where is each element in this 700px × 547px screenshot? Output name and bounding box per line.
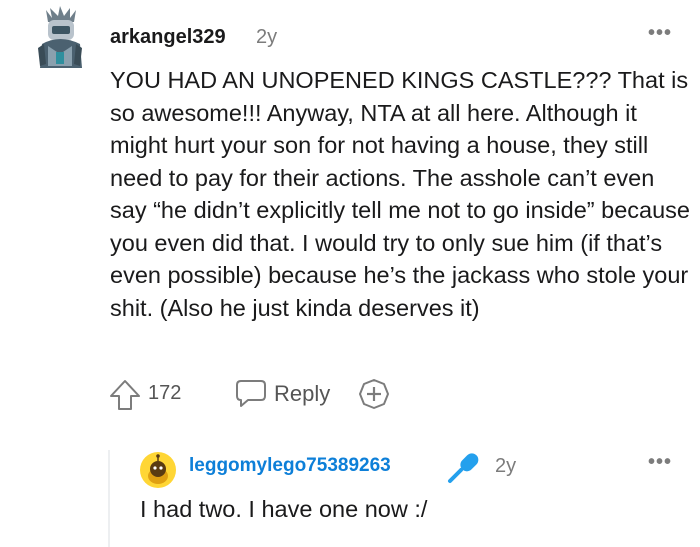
reply-author[interactable]: leggomylego75389263 [189, 455, 391, 477]
microphone-icon [448, 453, 479, 483]
user-avatar[interactable] [34, 4, 86, 70]
vote-count: 172 [148, 382, 182, 404]
thread-line[interactable] [108, 450, 110, 547]
arrow-up-icon[interactable] [108, 378, 142, 412]
comment-body: YOU HAD AN UNOPENED KINGS CASTLE??? That… [110, 67, 690, 321]
more-options-icon[interactable]: ••• [648, 22, 672, 45]
reply-button[interactable]: Reply [274, 381, 330, 407]
comment-author[interactable]: arkangel329 [110, 26, 226, 49]
reply-age: 2y [495, 455, 517, 477]
reply-more-options-icon[interactable]: ••• [648, 451, 672, 474]
plus-circle-icon[interactable] [358, 378, 390, 410]
comment-age: 2y [256, 26, 278, 48]
reply-body: I had two. I have one now :/ [140, 496, 428, 522]
reply-avatar[interactable] [140, 452, 176, 488]
speech-bubble-icon[interactable] [235, 378, 267, 408]
